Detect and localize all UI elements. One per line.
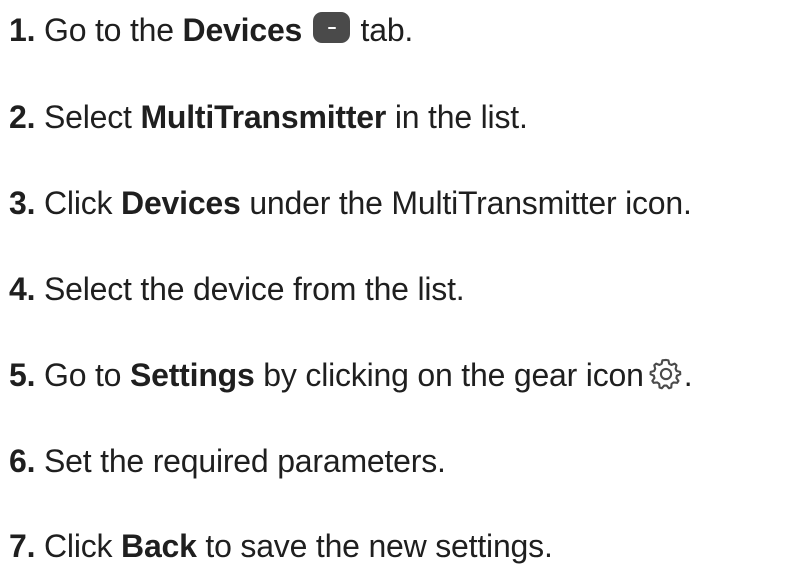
step-6: 6. Set the required parameters. (9, 441, 446, 481)
step-text: Select (44, 99, 141, 135)
step-number: 2. (9, 99, 36, 135)
step-text: Set the required parameters. (44, 443, 446, 479)
step-text: . (683, 357, 693, 393)
step-text: under the MultiTransmitter icon. (240, 185, 692, 221)
step-number: 3. (9, 185, 36, 221)
step-text: to save the new settings. (196, 528, 553, 564)
step-7: 7. Click Back to save the new settings. (9, 526, 553, 566)
settings-term: Settings (129, 357, 255, 393)
devices-term: Devices (182, 12, 303, 48)
step-text: Go to (44, 357, 130, 393)
step-number: 1. (9, 12, 36, 48)
multitransmitter-term: MultiTransmitter (140, 99, 387, 135)
step-1: 1. Go to the Devices tab. (9, 10, 413, 50)
step-text: Click (44, 185, 122, 221)
step-text: in the list. (386, 99, 528, 135)
step-text: Go to the (44, 12, 183, 48)
back-term: Back (121, 528, 197, 564)
step-number: 6. (9, 443, 36, 479)
step-text: Click (44, 528, 122, 564)
gear-icon (649, 358, 682, 390)
step-number: 7. (9, 528, 36, 564)
devices-tab-icon (312, 12, 350, 43)
step-number: 4. (9, 271, 36, 307)
step-text: by clicking on the gear icon (254, 357, 644, 393)
step-4: 4. Select the device from the list. (9, 269, 465, 309)
step-text: tab. (360, 12, 414, 48)
step-2: 2. Select MultiTransmitter in the list. (9, 97, 528, 137)
step-text: Select the device from the list. (44, 271, 465, 307)
instruction-steps: 1. Go to the Devices tab. 2. Select Mult… (0, 0, 787, 564)
devices-term: Devices (121, 185, 241, 221)
step-number: 5. (9, 357, 36, 393)
step-5: 5. Go to Settings by clicking on the gea… (9, 355, 693, 395)
step-3: 3. Click Devices under the MultiTransmit… (9, 183, 692, 223)
